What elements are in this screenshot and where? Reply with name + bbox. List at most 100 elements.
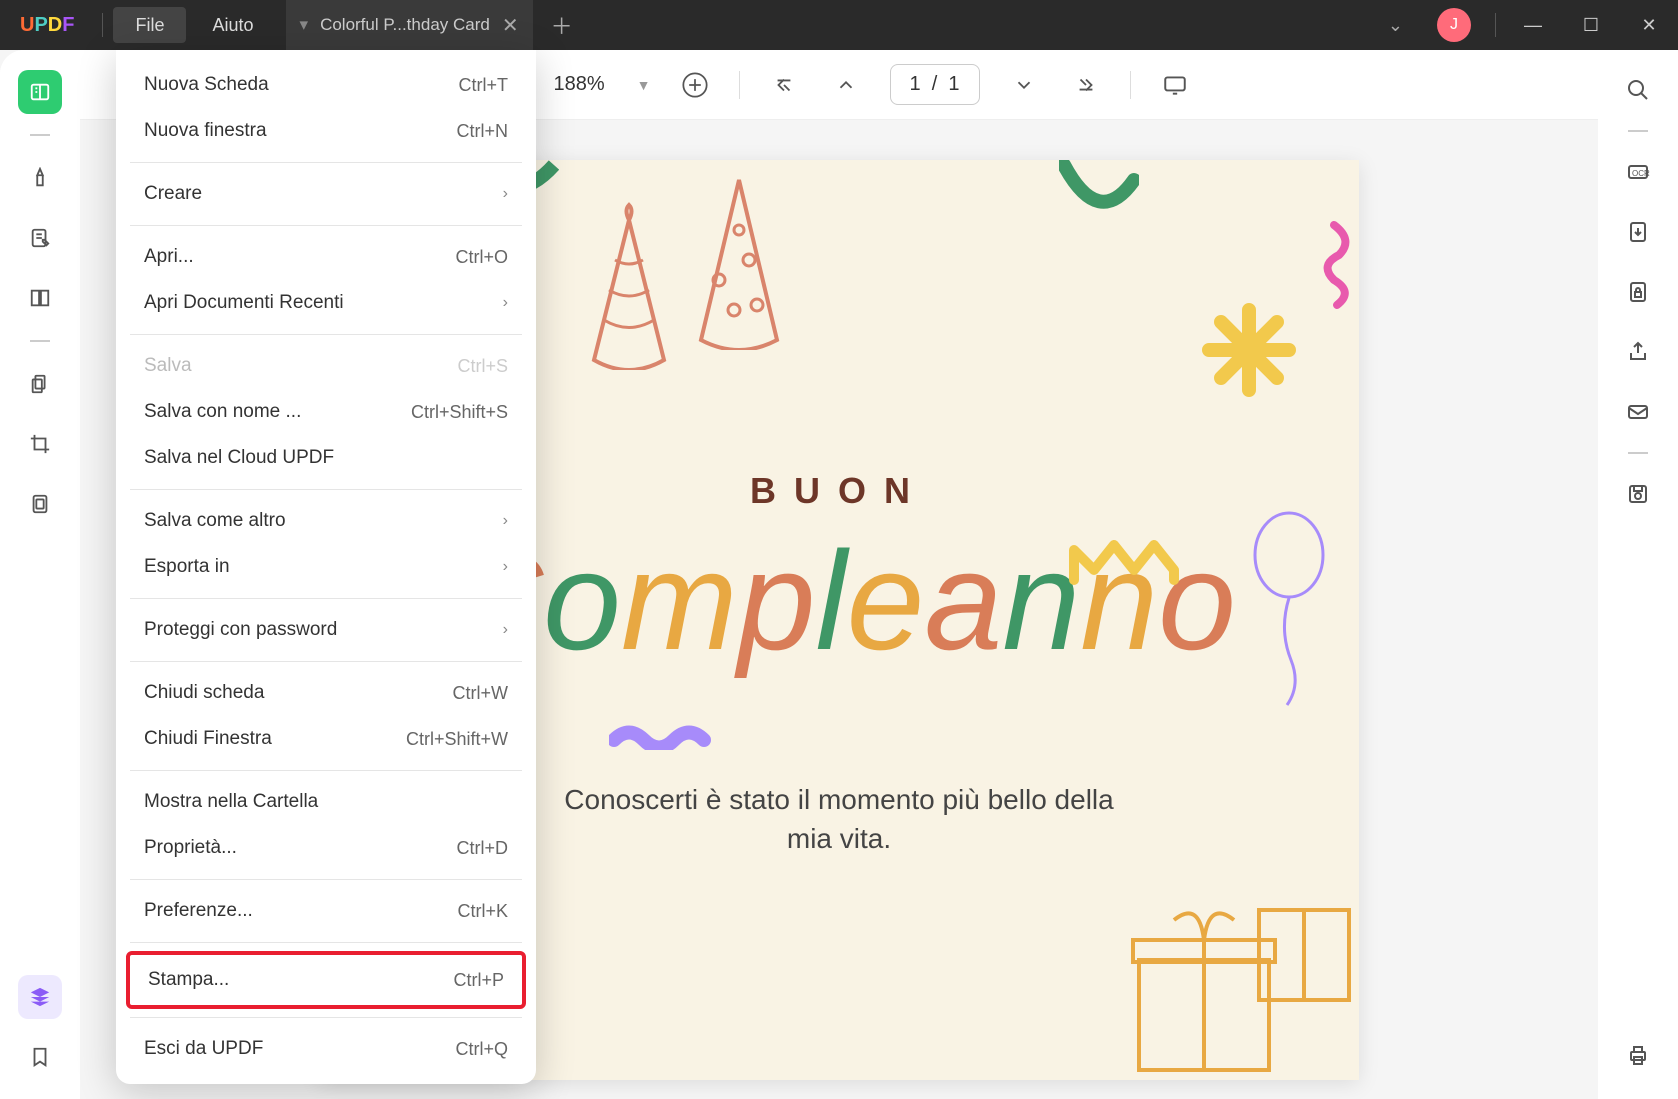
bookmark-icon[interactable] [18,1035,62,1079]
menu-item[interactable]: Salva nel Cloud UPDF [116,435,536,481]
menu-separator [130,489,522,490]
menu-shortcut: Ctrl+N [456,121,508,142]
save-icon[interactable] [1618,474,1658,514]
highlight-tool-icon[interactable] [18,156,62,200]
file-menu-dropdown: Nuova Scheda Ctrl+T Nuova finestraCtrl+N Cr… [116,50,536,1084]
layers-icon[interactable] [18,975,62,1019]
menu-item[interactable]: Stampa...Ctrl+P [130,955,522,1005]
search-icon[interactable] [1618,70,1658,110]
close-button[interactable]: ✕ [1620,0,1678,50]
zoom-in-button[interactable] [677,67,713,103]
menu-separator [130,225,522,226]
menu-item-label: Proprietà... [144,837,237,859]
tab-close-icon[interactable]: ✕ [502,13,519,38]
menu-item-label: Stampa... [148,969,229,991]
spiral-decoration [1309,220,1359,310]
menu-separator [130,1017,522,1018]
asterisk-decoration [1199,300,1299,400]
squiggle-decoration [609,720,719,750]
share-icon[interactable] [1618,332,1658,372]
menu-help[interactable]: Aiuto [190,7,275,43]
balloon-decoration [1249,510,1329,710]
pages-tool-icon[interactable] [18,276,62,320]
prev-page-button[interactable] [828,67,864,103]
divider [1130,71,1131,99]
tab-caret-icon: ▾ [300,15,309,35]
minimize-button[interactable]: ― [1504,0,1562,50]
print-icon[interactable] [1618,1035,1658,1075]
menu-shortcut: Ctrl+O [455,247,508,268]
menu-item[interactable]: Mostra nella Cartella [116,779,536,825]
menu-item[interactable]: Salva come altro› [116,498,536,544]
compress-tool-icon[interactable] [18,482,62,526]
menu-separator [130,661,522,662]
menu-item[interactable]: Esporta in› [116,544,536,590]
ocr-icon[interactable]: OCR [1618,152,1658,192]
chevron-right-icon: › [503,185,508,203]
menu-file[interactable]: File [113,7,186,43]
menu-shortcut: Ctrl+S [457,356,508,377]
divider [739,71,740,99]
crop-tool-icon[interactable] [18,422,62,466]
menu-item[interactable]: Nuova finestraCtrl+N [116,108,536,154]
convert-icon[interactable] [1618,212,1658,252]
menu-item[interactable]: Apri Documenti Recenti› [116,280,536,326]
zoom-level: 188% [547,73,610,96]
crown-decoration [1069,535,1179,585]
next-page-button[interactable] [1006,67,1042,103]
menu-item: SalvaCtrl+S [116,343,536,389]
menu-item[interactable]: Chiudi schedaCtrl+W [116,670,536,716]
menu-shortcut: Ctrl+Shift+W [406,729,508,750]
menu-item[interactable]: Chiudi FinestraCtrl+Shift+W [116,716,536,762]
menu-shortcut: Ctrl+K [457,901,508,922]
tab-title: Colorful P...thday Card [320,15,490,35]
divider [1495,13,1496,37]
protect-icon[interactable] [1618,272,1658,312]
divider [102,13,103,37]
document-tab[interactable]: ▾ Colorful P...thday Card ✕ [286,0,533,50]
zoom-dropdown-icon[interactable]: ▼ [637,77,651,93]
menu-shortcut: Ctrl+T [459,75,509,96]
menu-separator [130,162,522,163]
left-sidebar [0,50,80,1099]
app-logo: UPDF [0,14,94,37]
divider [1628,130,1648,132]
reader-tool-icon[interactable] [18,70,62,114]
chevron-right-icon: › [503,621,508,639]
menu-separator [130,598,522,599]
menu-item-label: Proteggi con password [144,619,337,641]
maximize-button[interactable]: ☐ [1562,0,1620,50]
email-icon[interactable] [1618,392,1658,432]
menu-item-label: Apri Documenti Recenti [144,292,344,314]
titlebar: UPDF File Aiuto ▾ Colorful P...thday Car… [0,0,1678,50]
user-avatar[interactable]: J [1437,8,1471,42]
last-page-button[interactable] [1068,67,1104,103]
window-dropdown-icon[interactable]: ⌄ [1370,15,1421,36]
menu-item[interactable]: Proprietà...Ctrl+D [116,825,536,871]
menu-item-label: Nuova Scheda [144,74,269,96]
menu-item[interactable]: Proteggi con password › [116,607,536,653]
card-title-line1: BUON [750,470,928,512]
edit-tool-icon[interactable] [18,216,62,260]
menu-item[interactable]: Creare› [116,171,536,217]
menu-item[interactable]: Esci da UPDFCtrl+Q [116,1026,536,1072]
menu-item[interactable]: Apri... Ctrl+O [116,234,536,280]
copy-tool-icon[interactable] [18,362,62,406]
menu-shortcut: Ctrl+Shift+S [411,402,508,423]
menu-item-label: Apri... [144,246,194,268]
highlighted-menu-item: Stampa...Ctrl+P [126,951,526,1009]
page-indicator[interactable]: 1 / 1 [890,64,980,105]
menu-separator [130,770,522,771]
presentation-button[interactable] [1157,67,1193,103]
menu-item[interactable]: Nuova Scheda Ctrl+T [116,62,536,108]
new-tab-button[interactable]: ＋ [533,9,591,41]
menu-item[interactable]: Preferenze...Ctrl+K [116,888,536,934]
chevron-right-icon: › [503,558,508,576]
svg-text:OCR: OCR [1632,169,1650,178]
first-page-button[interactable] [766,67,802,103]
gift-decoration [1119,880,1359,1080]
right-sidebar: OCR [1598,50,1678,1099]
menu-item[interactable]: Salva con nome ...Ctrl+Shift+S [116,389,536,435]
menu-separator [130,879,522,880]
party-hat-decoration [579,200,679,370]
